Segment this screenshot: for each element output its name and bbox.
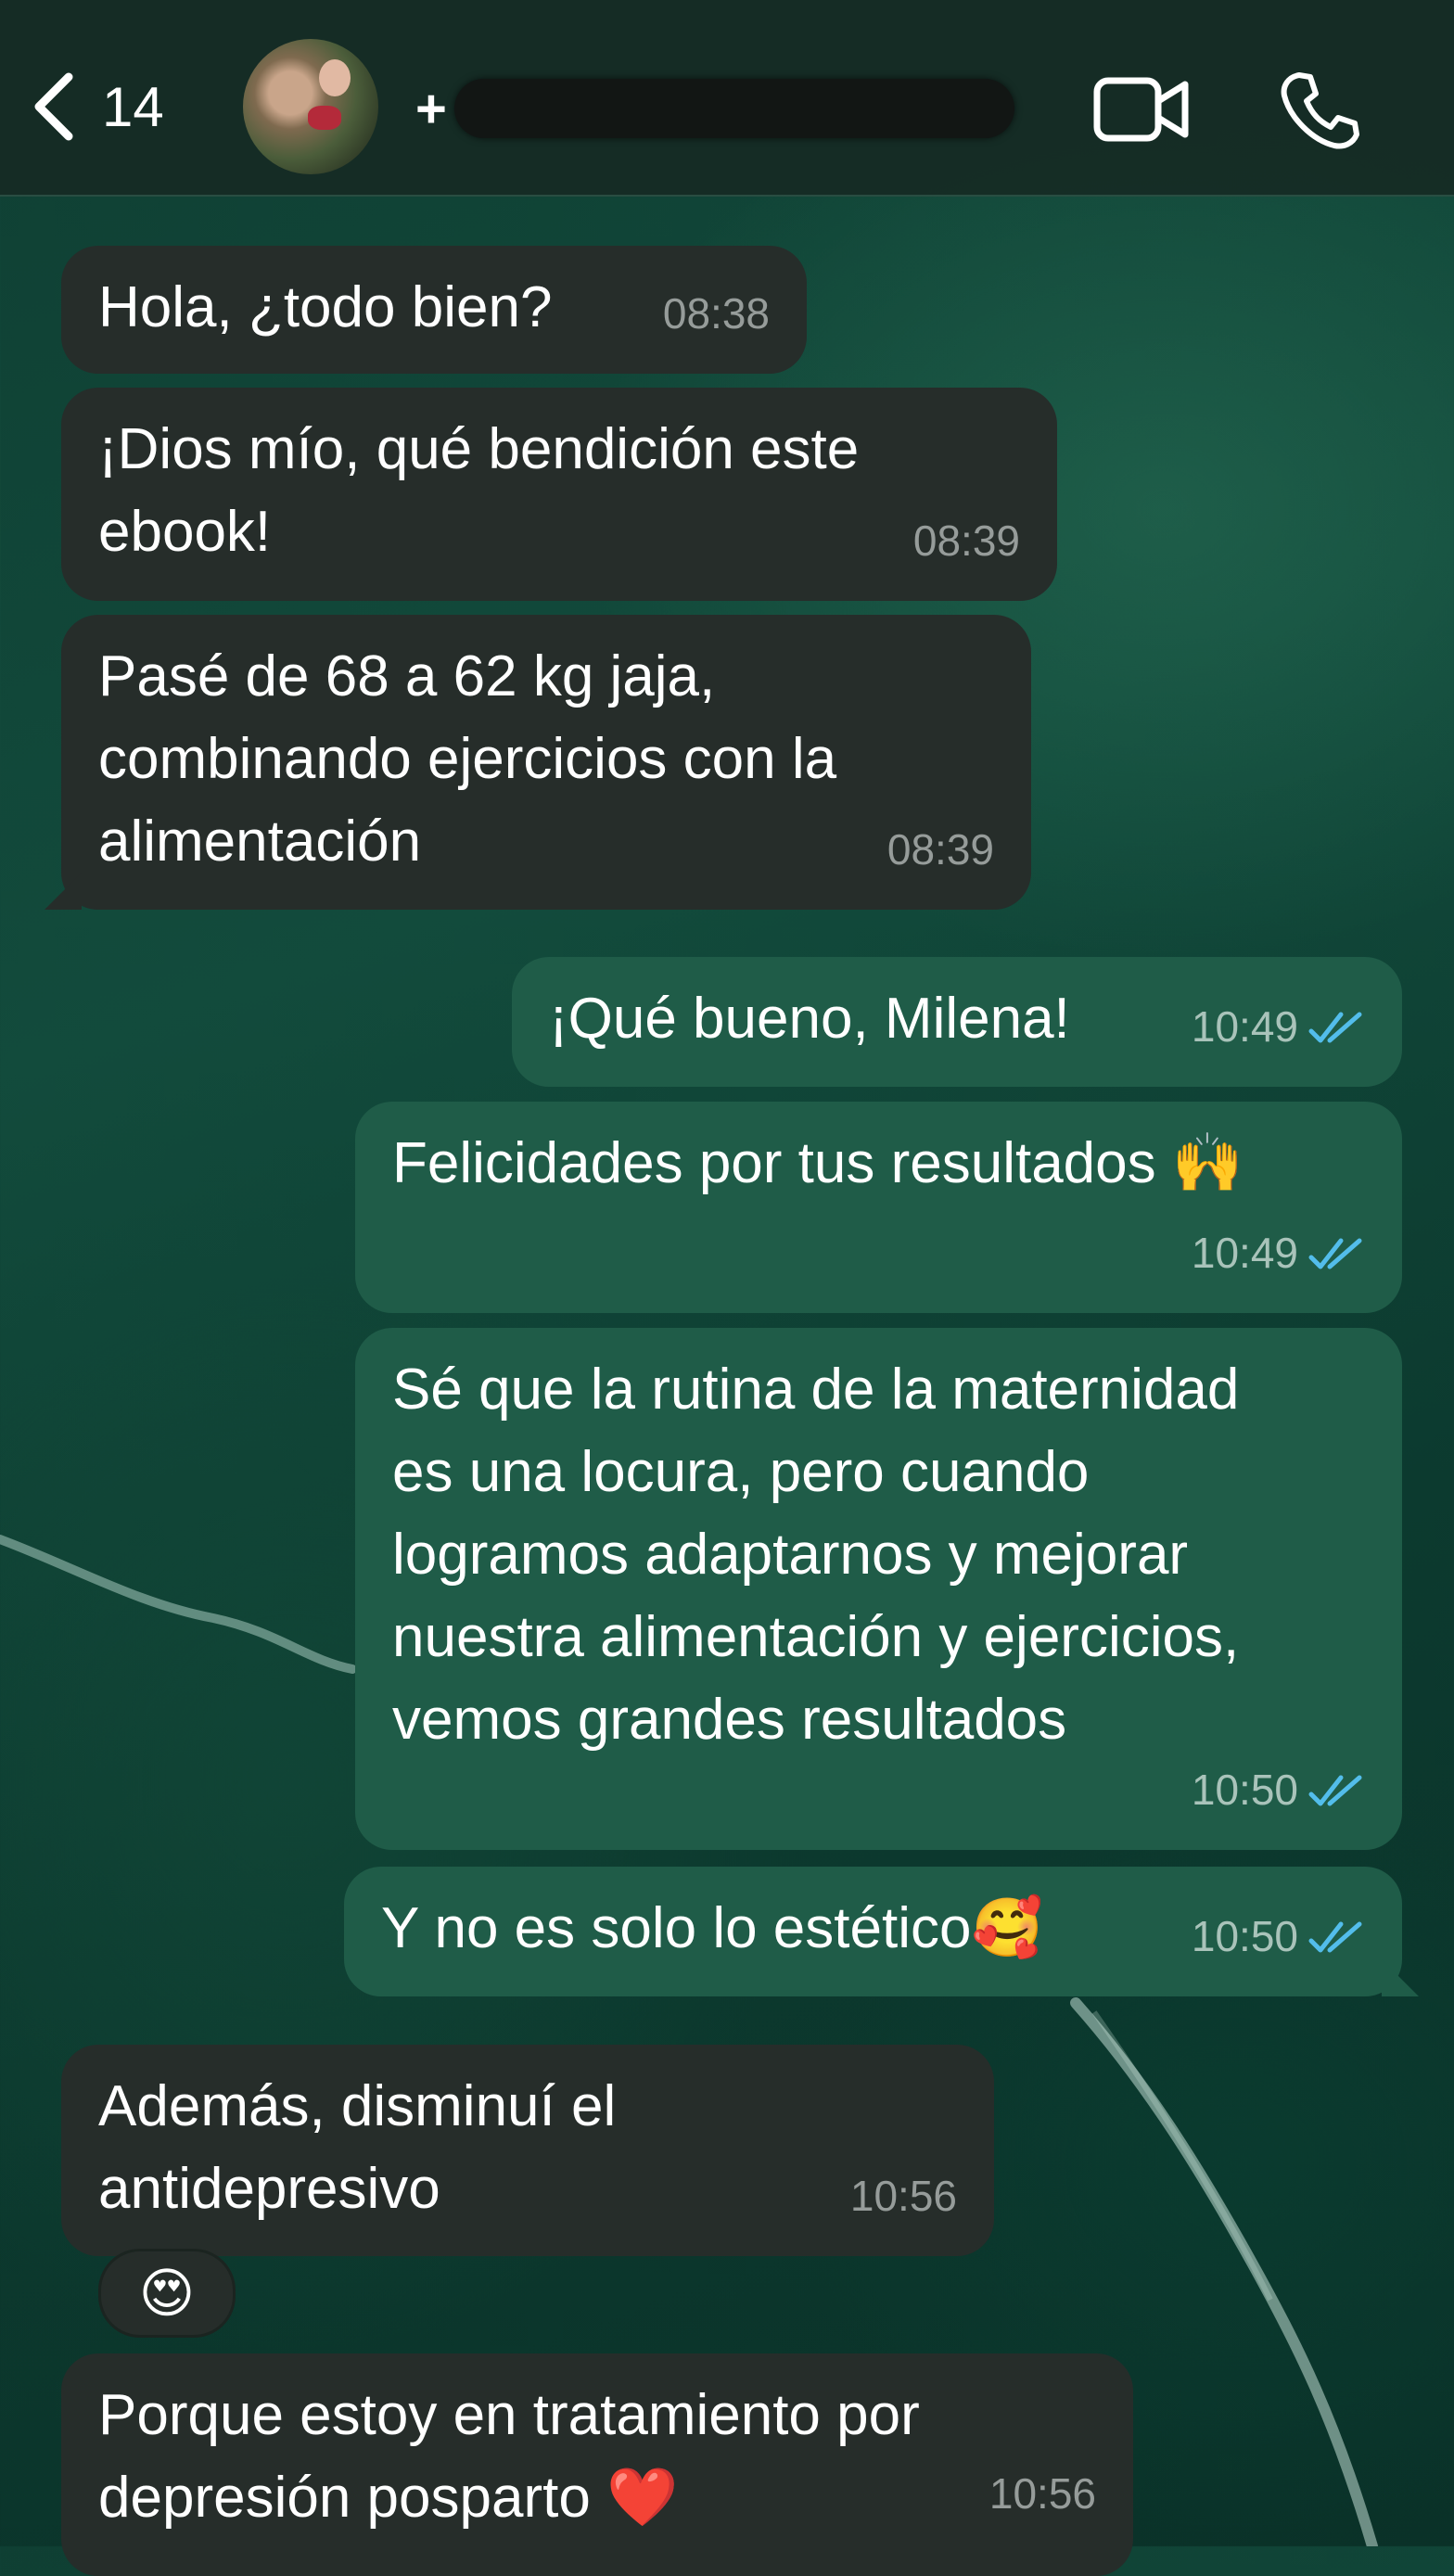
message-text: Pasé de 68 a 62 kg jaja, combinando ejer… xyxy=(98,644,837,874)
unread-count: 14 xyxy=(102,75,164,138)
phone-icon xyxy=(1281,72,1359,149)
video-call-button[interactable] xyxy=(1087,63,1198,156)
reaction-emoji: 😍 xyxy=(138,2264,196,2324)
message-bubble-incoming[interactable]: Además, disminuí el antidepresivo 10:56 xyxy=(61,2045,994,2256)
message-time: 08:39 xyxy=(912,516,1020,565)
message-bubble-incoming[interactable]: Porque estoy en tratamiento por depresió… xyxy=(61,2353,1133,2576)
message-text: ¡Dios mío, qué bendición este ebook! xyxy=(98,417,860,564)
double-check-icon xyxy=(1308,1012,1362,1042)
chat-header: 14 + xyxy=(0,0,1454,197)
message-bubble-outgoing[interactable]: Y no es solo lo estético🥰 10:50 xyxy=(344,1867,1402,1996)
double-check-icon xyxy=(1308,1775,1362,1805)
contact-name[interactable]: + xyxy=(415,67,1014,150)
message-time: 10:50 xyxy=(1191,1766,1298,1814)
message-bubble-outgoing[interactable]: ¡Qué bueno, Milena! 10:49 xyxy=(512,957,1402,1087)
message-meta: 10:56 xyxy=(850,2155,957,2238)
message-time: 08:38 xyxy=(662,289,770,338)
message-bubble-incoming[interactable]: Pasé de 68 a 62 kg jaja, combinando ejer… xyxy=(61,615,1031,910)
contact-avatar[interactable] xyxy=(243,39,378,174)
message-time: 10:56 xyxy=(988,2469,1096,2518)
chevron-left-icon xyxy=(34,72,73,141)
message-bubble-incoming[interactable]: Hola, ¿todo bien? 08:38 xyxy=(61,246,807,374)
message-meta: 10:56 xyxy=(989,2453,1096,2535)
video-call-icon xyxy=(1093,77,1189,142)
message-bubble-outgoing[interactable]: Sé que la rutina de la maternidad es una… xyxy=(355,1328,1402,1850)
message-reaction[interactable]: 😍 xyxy=(98,2249,236,2338)
back-button[interactable]: 14 xyxy=(28,65,195,148)
redacted-phone-number xyxy=(453,79,1014,138)
message-meta: 10:50 xyxy=(1192,1895,1365,1978)
message-meta: 08:39 xyxy=(887,809,994,891)
message-meta: 10:50 xyxy=(1192,1749,1365,1831)
message-time: 10:56 xyxy=(849,2172,957,2220)
message-meta: 08:38 xyxy=(663,273,770,355)
message-time: 08:39 xyxy=(886,825,994,874)
voice-call-button[interactable] xyxy=(1265,63,1376,156)
message-text: Porque estoy en tratamiento por depresió… xyxy=(98,2383,920,2530)
message-text: Sé que la rutina de la maternidad es una… xyxy=(392,1358,1240,1752)
message-time: 10:50 xyxy=(1191,1912,1298,1960)
message-time: 10:49 xyxy=(1191,1002,1298,1051)
message-text: Felicidades por tus resultados 🙌 xyxy=(392,1131,1244,1195)
message-meta: 10:49 xyxy=(1192,986,1365,1068)
contact-name-prefix: + xyxy=(415,78,447,139)
double-check-icon xyxy=(1308,1238,1362,1269)
message-time: 10:49 xyxy=(1191,1229,1298,1277)
message-bubble-outgoing[interactable]: Felicidades por tus resultados 🙌 10:49 xyxy=(355,1102,1402,1313)
message-bubble-incoming[interactable]: ¡Dios mío, qué bendición este ebook! 08:… xyxy=(61,388,1057,601)
message-meta: 08:39 xyxy=(913,500,1020,582)
double-check-icon xyxy=(1308,1921,1362,1952)
message-text: Además, disminuí el antidepresivo xyxy=(98,2074,617,2221)
message-meta: 10:49 xyxy=(1192,1212,1365,1294)
